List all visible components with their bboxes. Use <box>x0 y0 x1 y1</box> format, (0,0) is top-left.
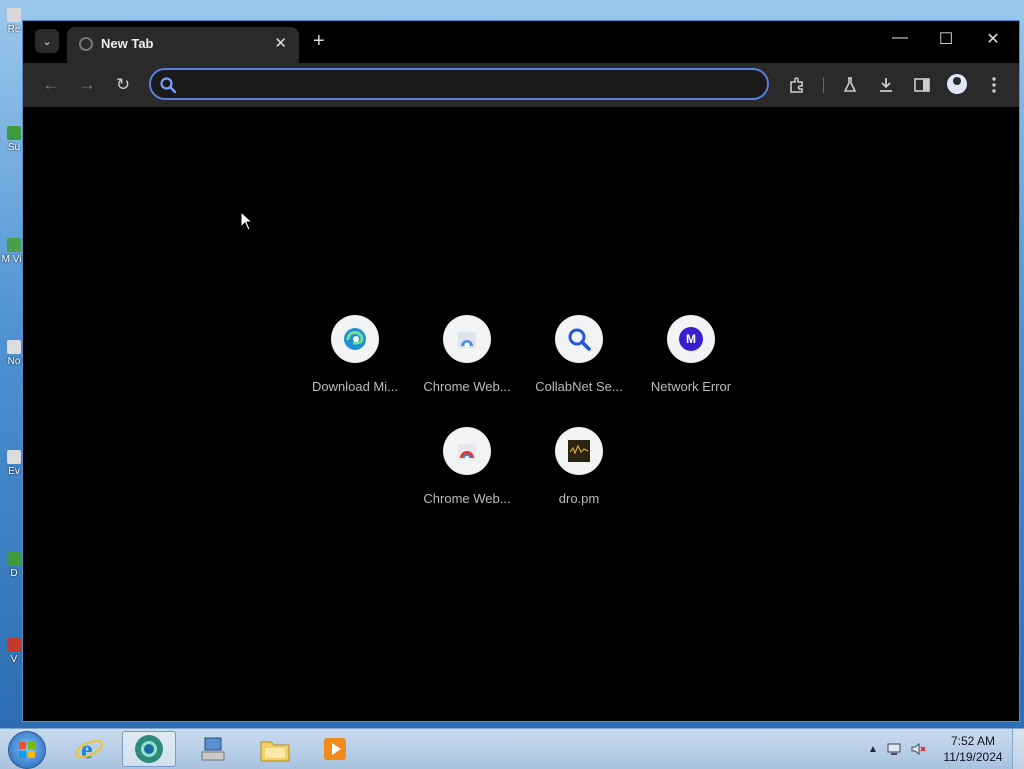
document-icon <box>7 450 21 464</box>
desktop-icon-3[interactable]: M Vis <box>2 238 26 272</box>
edge-logo-icon <box>331 315 379 363</box>
shortcut-label: Network Error <box>650 379 732 394</box>
file-explorer-icon <box>260 741 290 762</box>
toolbar: ← → ↻ <box>23 63 1019 107</box>
labs-flask-icon[interactable] <box>838 73 862 97</box>
reload-button[interactable]: ↻ <box>111 73 135 97</box>
taskbar-file-explorer[interactable] <box>248 731 302 767</box>
browser-window: ⌄ New Tab ✕ + — ☐ ✕ ← → ↻ Download Mi...… <box>22 20 1020 722</box>
media-player-icon <box>324 738 346 760</box>
shortcut-tile[interactable]: dro.pm <box>523 427 635 517</box>
desktop-icon-label: V <box>10 654 18 665</box>
document-icon <box>7 340 21 354</box>
minimize-button[interactable]: — <box>885 29 915 47</box>
shortcut-label: dro.pm <box>558 491 600 506</box>
chrome-web-store-icon <box>443 315 491 363</box>
internet-explorer-icon: e <box>75 735 103 764</box>
desktop-icon-label: No <box>7 356 21 367</box>
back-button[interactable]: ← <box>39 73 63 97</box>
app-icon <box>7 552 21 566</box>
new-tab-page: Download Mi... Chrome Web... CollabNet S… <box>29 107 1013 719</box>
taskbar-network[interactable] <box>186 731 240 767</box>
chrome-web-store-colored-icon <box>443 427 491 475</box>
network-tray-icon[interactable] <box>886 741 902 757</box>
taskbar-internet-explorer[interactable]: e <box>62 731 116 767</box>
desktop-icon-2[interactable]: Su <box>4 126 24 160</box>
shortcut-label: Download Mi... <box>312 379 398 394</box>
address-input[interactable] <box>185 74 749 96</box>
dro-pm-thumbnail-icon <box>555 427 603 475</box>
tab-close-button[interactable]: ✕ <box>274 34 287 52</box>
desktop-icon-7[interactable]: V <box>4 638 24 672</box>
tab-title: New Tab <box>101 36 154 51</box>
side-panel-icon[interactable] <box>910 73 934 97</box>
search-icon <box>160 77 177 94</box>
letter-m-icon: M <box>667 315 715 363</box>
maximize-button[interactable]: ☐ <box>931 29 961 49</box>
shortcut-label: Chrome Web... <box>423 491 511 506</box>
system-tray: ▲ <box>868 729 926 769</box>
extensions-icon[interactable] <box>785 73 809 97</box>
tab-new-tab[interactable]: New Tab ✕ <box>67 27 299 63</box>
shortcut-tile[interactable]: CollabNet Se... <box>523 315 635 405</box>
search-magnifier-icon <box>555 315 603 363</box>
globe-icon <box>79 37 93 51</box>
close-window-button[interactable]: ✕ <box>978 29 1008 49</box>
title-bar: ⌄ New Tab ✕ + — ☐ ✕ <box>23 21 1019 63</box>
recycle-bin-icon <box>7 8 21 22</box>
taskbar-browser[interactable] <box>122 731 176 767</box>
desktop-icon-label: D <box>10 568 18 579</box>
clock-time: 7:52 AM <box>950 734 996 748</box>
app-icon <box>7 126 21 140</box>
desktop-icon-label: Ev <box>8 466 20 477</box>
app-icon <box>7 238 21 252</box>
shortcut-label: CollabNet Se... <box>535 379 623 394</box>
desktop-icon-5[interactable]: Ev <box>4 450 24 484</box>
start-button[interactable] <box>8 731 46 769</box>
desktop-icon-4[interactable]: No <box>4 340 24 374</box>
shortcut-tile[interactable]: Chrome Web... <box>411 427 523 517</box>
windows-logo-icon <box>19 742 35 758</box>
shortcut-tile[interactable]: M Network Error <box>635 315 747 405</box>
show-hidden-icons-icon[interactable]: ▲ <box>868 744 878 755</box>
more-menu-icon[interactable] <box>982 73 1006 97</box>
download-icon[interactable] <box>874 73 898 97</box>
shortcut-label: Chrome Web... <box>423 379 511 394</box>
desktop-icon-label: Re <box>7 24 21 35</box>
shortcut-tile[interactable]: Download Mi... <box>299 315 411 405</box>
shortcut-tile[interactable]: Chrome Web... <box>411 315 523 405</box>
profile-icon[interactable] <box>947 74 967 94</box>
volume-muted-icon[interactable] <box>910 741 926 757</box>
desktop-icon-recycle-bin[interactable]: Re <box>4 8 24 42</box>
new-tab-button[interactable]: + <box>313 31 325 51</box>
desktop-icon-6[interactable]: D <box>4 552 24 586</box>
app-icon <box>7 638 21 652</box>
tab-search-button[interactable]: ⌄ <box>35 29 59 53</box>
taskbar-media-player[interactable] <box>308 731 362 767</box>
svg-text:e: e <box>81 735 93 764</box>
clock-date: 11/19/2024 <box>943 750 1003 764</box>
taskbar: e ▲ 7:52 AM 11/19/2024 <box>0 728 1024 769</box>
mouse-cursor-icon <box>240 211 254 231</box>
network-computer-icon <box>201 737 225 761</box>
desktop-icon-label: Su <box>7 142 21 153</box>
address-bar[interactable] <box>149 68 769 100</box>
toolbar-divider <box>823 77 824 93</box>
forward-button[interactable]: → <box>75 73 99 97</box>
taskbar-clock[interactable]: 7:52 AM 11/19/2024 <box>936 733 1010 765</box>
show-desktop-button[interactable] <box>1012 729 1024 769</box>
chrome-canary-icon <box>135 735 163 763</box>
